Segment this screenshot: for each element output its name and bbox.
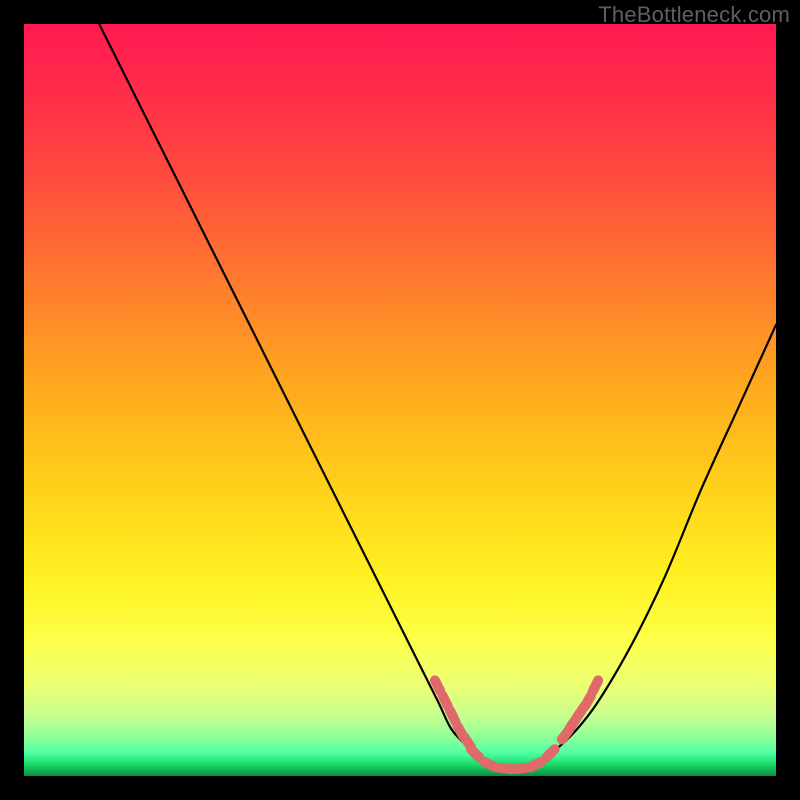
- bottleneck-curve: [99, 24, 776, 770]
- curve-markers: [428, 674, 605, 775]
- plot-area: [24, 24, 776, 776]
- curve-svg: [24, 24, 776, 776]
- chart-frame: TheBottleneck.com: [0, 0, 800, 800]
